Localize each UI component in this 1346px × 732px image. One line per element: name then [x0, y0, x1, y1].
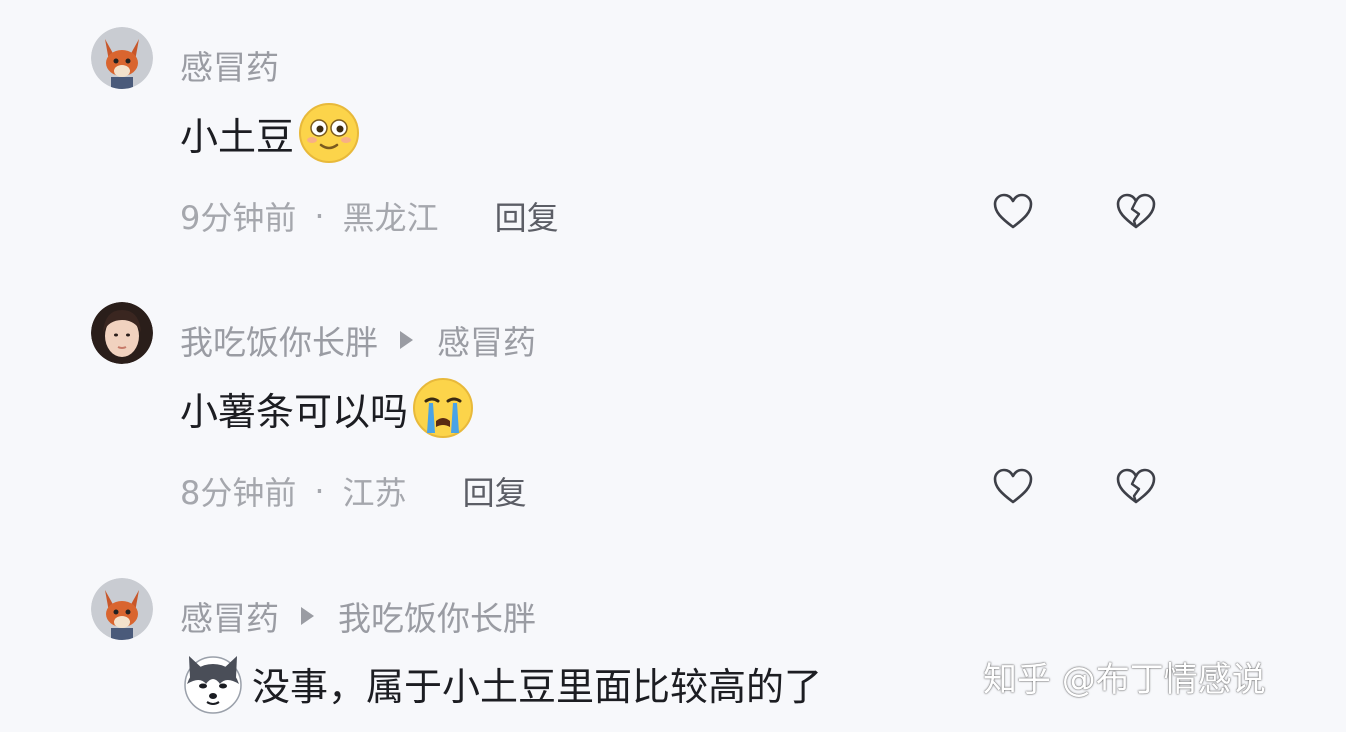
reply-arrow-icon	[301, 607, 314, 625]
broken-heart-icon[interactable]	[1114, 190, 1158, 234]
broken-heart-icon[interactable]	[1114, 465, 1158, 509]
separator-dot: ·	[314, 197, 325, 235]
comment-header: 我吃饭你长胖 感冒药	[180, 316, 536, 364]
comment-location: 江苏	[342, 474, 407, 512]
heart-outline-icon[interactable]	[991, 190, 1035, 234]
comment-body: 小土豆	[180, 114, 295, 159]
comment-text: 小薯条可以吗	[180, 375, 476, 441]
avatar[interactable]	[91, 302, 153, 364]
comment-text: 没事，属于小土豆里面比较高的了	[180, 650, 822, 716]
author-name[interactable]: 我吃饭你长胖	[180, 316, 378, 364]
heart-outline-icon[interactable]	[991, 465, 1035, 509]
comment-meta: 9分钟前 · 黑龙江 回复	[180, 193, 559, 239]
watermark: 知乎 @布丁情感说	[983, 660, 1266, 700]
husky-dog-emoji	[180, 650, 246, 716]
comment-header: 感冒药	[180, 41, 279, 89]
comment-text: 小土豆	[180, 100, 362, 166]
comment-time: 8分钟前	[180, 474, 297, 512]
comment-body: 小薯条可以吗	[180, 389, 409, 434]
crying-face-emoji	[410, 375, 476, 441]
avatar[interactable]	[91, 27, 153, 89]
comment-meta: 8分钟前 · 江苏 回复	[180, 468, 527, 514]
smiling-face-emoji	[296, 100, 362, 166]
reply-to-name[interactable]: 我吃饭你长胖	[338, 592, 536, 640]
reply-button[interactable]: 回复	[463, 468, 527, 514]
comment-body: 没事，属于小土豆里面比较高的了	[252, 664, 823, 709]
comment-time: 9分钟前	[180, 199, 297, 237]
comment-header: 感冒药 我吃饭你长胖	[180, 592, 536, 640]
separator-dot: ·	[314, 472, 325, 510]
comment-location: 黑龙江	[342, 199, 439, 237]
reply-arrow-icon	[400, 331, 413, 349]
author-name[interactable]: 感冒药	[180, 592, 279, 640]
avatar[interactable]	[91, 578, 153, 640]
reply-button[interactable]: 回复	[495, 193, 559, 239]
author-name[interactable]: 感冒药	[180, 41, 279, 89]
reply-to-name[interactable]: 感冒药	[437, 316, 536, 364]
